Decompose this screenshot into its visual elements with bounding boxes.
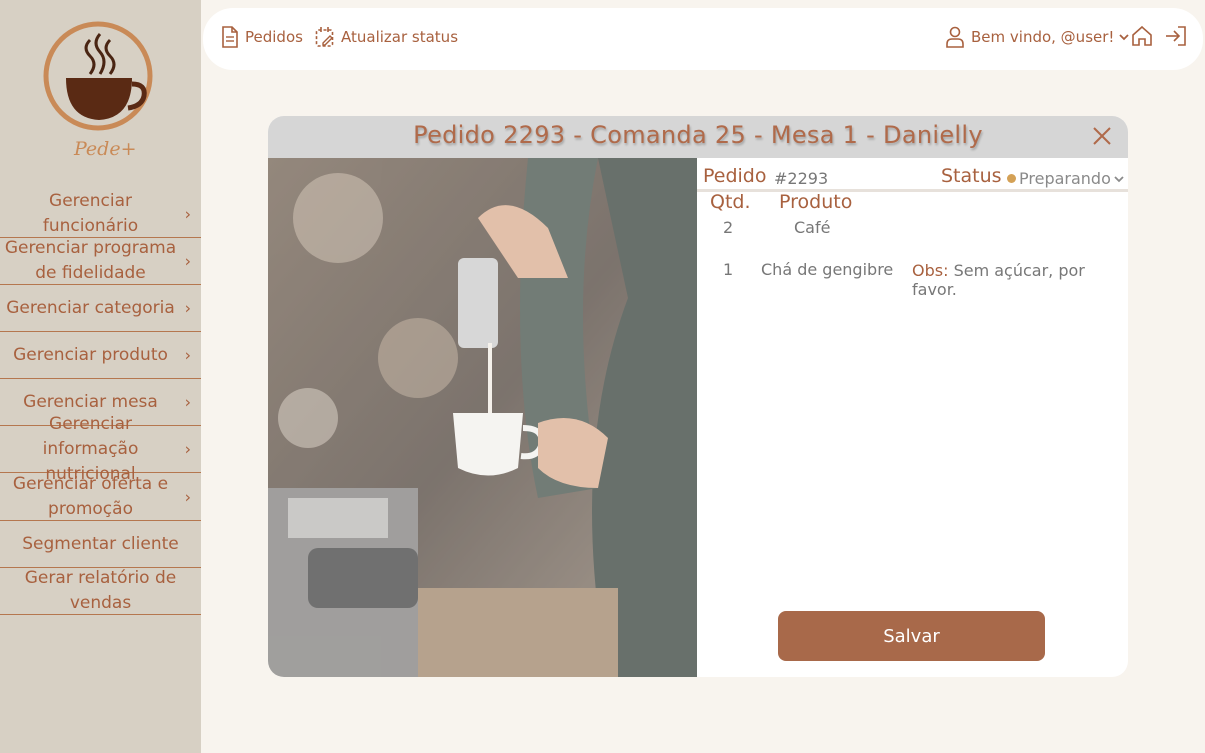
order-details: Pedido #2293 Status Preparando Qtd. Prod… [697,158,1128,677]
user-menu[interactable]: Bem vindo, @user! [945,26,1137,48]
sidebar-item-label: Gerenciar funcionário [42,191,139,236]
chevron-right-icon: › [184,392,191,412]
sidebar-item-funcionario[interactable]: Gerenciar funcionário › [0,191,201,238]
update-status-label: Atualizar status [341,28,459,46]
chevron-down-icon [1114,175,1124,182]
sidebar-item-label: Gerenciar produto [13,344,168,365]
sidebar-item-label: Gerenciar categoria [6,297,175,318]
top-bar: Pedidos Atualizar status Bem vindo, @use… [203,8,1203,70]
home-icon[interactable] [1131,25,1153,51]
sidebar-item-label: Segmentar cliente [22,533,179,554]
sidebar-menu: Gerenciar funcionário › Gerenciar progra… [0,191,201,615]
sidebar-item-produto[interactable]: Gerenciar produto › [0,332,201,379]
save-button[interactable]: Salvar [778,611,1045,661]
sidebar-item-nutricional[interactable]: Gerenciar informação nutricional › [0,414,201,484]
item-qty: 1 [723,260,734,279]
chevron-right-icon: › [184,345,191,365]
chevron-right-icon: › [184,487,191,506]
status-dot-icon [1007,174,1016,183]
obs-label: Obs: [912,261,949,280]
document-icon [222,26,238,48]
item-qty: 2 [723,218,734,237]
status-value: Preparando [1019,169,1111,188]
logo-text: Pede+ [74,138,137,160]
status-label: Status [941,165,1002,187]
update-status-link[interactable]: Atualizar status [315,26,458,48]
sidebar-item-relatorio[interactable]: Gerar relatório de vendas [0,568,201,615]
item-product: Chá de gengibre [761,260,894,279]
status-select[interactable]: Preparando [1007,169,1125,188]
modal-header: Pedido 2293 - Comanda 25 - Mesa 1 - Dani… [268,116,1128,158]
item-product: Café [794,218,831,237]
sidebar: Pede+ Gerenciar funcionário › Gerenciar … [0,0,201,753]
chevron-down-icon [1119,34,1130,41]
item-observation: Obs: Sem açúcar, por favor. [912,261,1128,299]
welcome-label: Bem vindo, @user! [971,28,1115,46]
chevron-right-icon: › [184,439,191,459]
sidebar-item-label: Gerenciar programa de fidelidade [4,238,177,283]
product-column-header: Produto [779,191,853,213]
sidebar-item-fidelidade[interactable]: Gerenciar programa de fidelidade › [0,238,201,285]
sidebar-item-label: Gerenciar oferta e promoção [12,473,169,519]
chevron-right-icon: › [184,204,191,224]
barista-photo [268,158,697,677]
sidebar-item-categoria[interactable]: Gerenciar categoria › [0,285,201,332]
order-modal: Pedido 2293 - Comanda 25 - Mesa 1 - Dani… [268,116,1128,677]
order-header-row: Pedido #2293 Status Preparando [697,162,1128,192]
sidebar-item-label: Gerar relatório de vendas [24,568,177,613]
order-label: Pedido [703,165,767,187]
qty-column-header: Qtd. [710,191,751,213]
chevron-right-icon: › [184,251,191,271]
calendar-edit-icon [315,27,334,47]
logout-icon[interactable] [1164,25,1188,51]
order-number: #2293 [774,169,829,188]
user-icon [946,26,964,48]
orders-label: Pedidos [245,28,303,46]
sidebar-item-oferta[interactable]: Gerenciar oferta e promoção › [0,473,201,521]
chevron-right-icon: › [184,298,191,318]
modal-title: Pedido 2293 - Comanda 25 - Mesa 1 - Dani… [413,121,983,149]
orders-link[interactable]: Pedidos [221,26,303,48]
close-icon[interactable] [1092,126,1112,150]
sidebar-item-segmentar[interactable]: Segmentar cliente [0,521,201,568]
